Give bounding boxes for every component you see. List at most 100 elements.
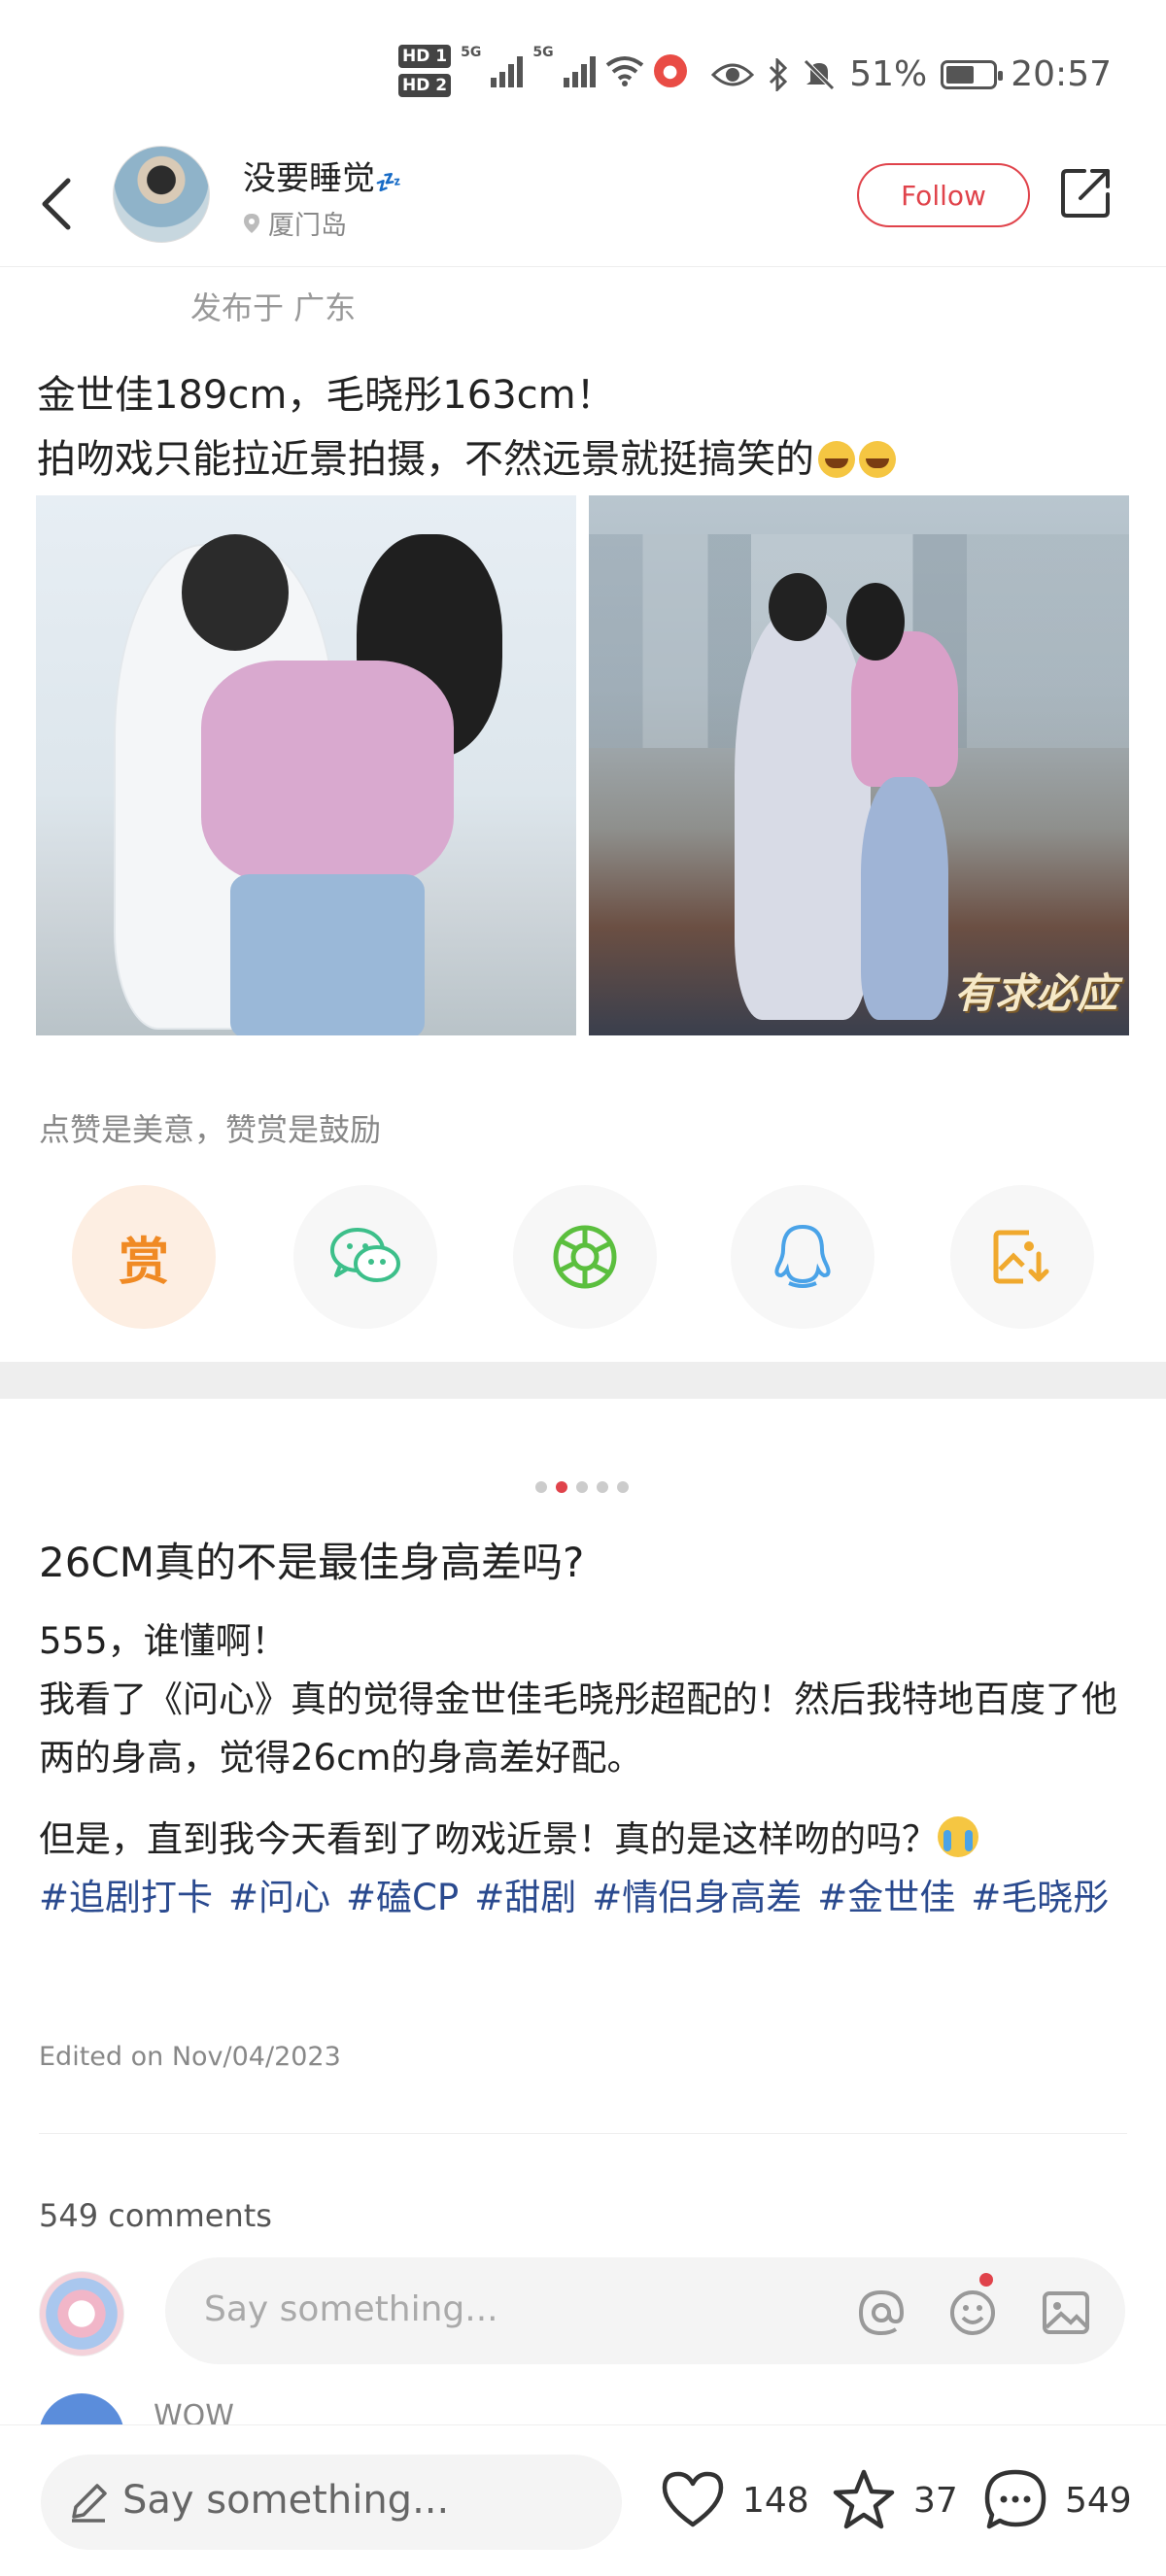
figure-man-head xyxy=(182,534,289,651)
comments-count: 549 comments xyxy=(39,2197,272,2234)
post-text: 金世佳189cm，毛晓彤163cm！ 拍吻戏只能拉近景拍摄，不然远景就挺搞笑的 xyxy=(37,363,1135,491)
emoji-icon[interactable] xyxy=(946,2287,999,2339)
hashtag-list: #追剧打卡 #问心 #磕CP #甜剧 #情侣身高差 #金世佳 #毛晓彤 xyxy=(39,1869,1127,1927)
pager-dot xyxy=(597,1481,608,1493)
note-title: 26CM真的不是最佳身高差吗? xyxy=(39,1539,585,1586)
hd1-indicator: HD 1 xyxy=(398,45,452,68)
battery-icon xyxy=(941,59,1004,89)
battery-percent: 51% xyxy=(849,54,928,94)
wifi-icon xyxy=(605,56,643,86)
hashtag[interactable]: #问心 xyxy=(228,1877,330,1918)
record-icon: ● xyxy=(653,54,687,87)
my-avatar xyxy=(39,2271,124,2356)
favorite-button[interactable]: 37 xyxy=(828,2464,958,2536)
moments-icon xyxy=(553,1225,617,1289)
divider xyxy=(39,2133,1127,2134)
laugh-emoji-icon-2 xyxy=(859,441,896,478)
image-icon[interactable] xyxy=(1040,2287,1092,2339)
image-watermark: 有求必应 xyxy=(953,969,1117,1017)
comment-bubble-icon xyxy=(984,2469,1046,2529)
clock: 20:57 xyxy=(1011,54,1112,94)
edited-date: Edited on Nov/04/2023 xyxy=(39,2042,341,2072)
hd2-indicator: HD 2 xyxy=(398,74,452,97)
hashtag[interactable]: #磕CP xyxy=(346,1877,459,1918)
figure-woman-legs xyxy=(861,777,948,1020)
star-icon xyxy=(833,2469,895,2529)
bluetooth-icon xyxy=(770,57,788,91)
share-qq-button[interactable] xyxy=(731,1185,874,1329)
signal2-icon xyxy=(563,54,596,87)
status-bar: HD 1 HD 2 5G 5G ● 51% 20:57 xyxy=(0,0,1166,146)
emoji-new-dot xyxy=(979,2273,993,2287)
follow-button[interactable]: Follow xyxy=(857,163,1030,227)
hashtag[interactable]: #情侣身高差 xyxy=(592,1877,802,1918)
bottom-input-placeholder: Say something... xyxy=(122,2478,450,2523)
wechat-icon xyxy=(330,1228,400,1282)
mention-icon[interactable] xyxy=(855,2287,908,2339)
comment-input[interactable]: Say something... xyxy=(165,2257,1125,2364)
location-text: 厦门岛 xyxy=(268,211,347,241)
like-button[interactable]: 148 xyxy=(657,2464,809,2536)
share-wechat-button[interactable] xyxy=(293,1185,437,1329)
post-header: 没要睡觉💤 厦门岛 Follow xyxy=(0,146,1166,267)
share-moments-button[interactable] xyxy=(513,1185,657,1329)
section-divider xyxy=(0,1362,1166,1399)
body-p2: 但是，直到我今天看到了吻戏近景！真的是这样吻的吗？ xyxy=(39,1818,938,1860)
share-icon[interactable] xyxy=(1059,165,1114,220)
sleep-emoji-icon: 💤 xyxy=(375,171,402,195)
body-line2: 我看了《问心》真的觉得金世佳毛晓彤超配的！然后我特地百度了他两的身高，觉得26c… xyxy=(39,1678,1117,1779)
signal1-label: 5G xyxy=(461,45,482,60)
reward-button[interactable]: 赏 xyxy=(72,1185,216,1329)
eye-icon xyxy=(711,63,755,85)
save-image-icon xyxy=(993,1230,1049,1284)
body-line1: 555，谁懂啊！ xyxy=(39,1620,288,1662)
reward-share-row: 赏 xyxy=(0,1185,1166,1331)
pencil-icon xyxy=(72,2484,107,2523)
image-pager xyxy=(535,1481,629,1493)
hashtag[interactable]: #金世佳 xyxy=(817,1877,955,1918)
figure-woman-jeans xyxy=(230,874,425,1035)
hashtag[interactable]: #甜剧 xyxy=(474,1877,576,1918)
hashtag[interactable]: #追剧打卡 xyxy=(39,1877,213,1918)
reward-prompt: 点赞是美意，赞赏是鼓励 xyxy=(39,1111,382,1148)
post-text-line1: 金世佳189cm，毛晓彤163cm！ xyxy=(37,373,615,418)
back-arrow-icon[interactable] xyxy=(37,175,76,233)
comment-input-placeholder: Say something... xyxy=(204,2289,498,2329)
hashtag[interactable]: #毛晓彤 xyxy=(971,1877,1109,1918)
location-pin-icon xyxy=(244,213,259,233)
author-avatar[interactable] xyxy=(113,146,210,243)
pager-dot-active xyxy=(556,1481,567,1493)
post-image-2[interactable]: 有求必应 xyxy=(589,495,1129,1035)
comment-count: 549 xyxy=(1065,2480,1132,2521)
laugh-emoji-icon xyxy=(818,441,855,478)
figure-man-head-2 xyxy=(769,573,827,641)
qq-icon xyxy=(774,1224,831,1288)
signal1-icon xyxy=(491,54,524,87)
post-text-line2: 拍吻戏只能拉近景拍摄，不然远景就挺搞笑的 xyxy=(37,437,814,482)
note-body: 555，谁懂啊！ 我看了《问心》真的觉得金世佳毛晓彤超配的！然后我特地百度了他两… xyxy=(39,1612,1127,1927)
bottom-action-bar: Say something... 148 37 549 xyxy=(0,2424,1166,2576)
reward-icon: 赏 xyxy=(118,1233,169,1292)
author-location: 厦门岛 xyxy=(243,204,347,242)
pager-dot xyxy=(617,1481,629,1493)
figure-man-coat xyxy=(735,612,871,1020)
crying-emoji-icon xyxy=(938,1816,978,1857)
signal2-label: 5G xyxy=(532,45,554,60)
comment-button[interactable]: 549 xyxy=(979,2464,1132,2536)
mute-icon xyxy=(804,58,836,90)
pager-dot xyxy=(535,1481,547,1493)
heart-icon xyxy=(662,2471,724,2527)
figure-woman-head-2 xyxy=(846,583,905,661)
status-right: 51% 20:57 xyxy=(711,54,1112,94)
status-left: HD 1 HD 2 5G 5G ● xyxy=(398,45,687,97)
save-image-button[interactable] xyxy=(950,1185,1094,1329)
publish-location: 发布于 广东 xyxy=(190,289,357,326)
favorite-count: 37 xyxy=(913,2480,958,2521)
like-count: 148 xyxy=(742,2480,809,2521)
post-image-1[interactable] xyxy=(36,495,576,1035)
author-name[interactable]: 没要睡觉💤 xyxy=(243,152,401,199)
figure-woman-sweater xyxy=(201,661,454,884)
author-name-text: 没要睡觉 xyxy=(243,159,375,198)
pager-dot xyxy=(576,1481,588,1493)
bottom-comment-input[interactable]: Say something... xyxy=(41,2455,622,2550)
